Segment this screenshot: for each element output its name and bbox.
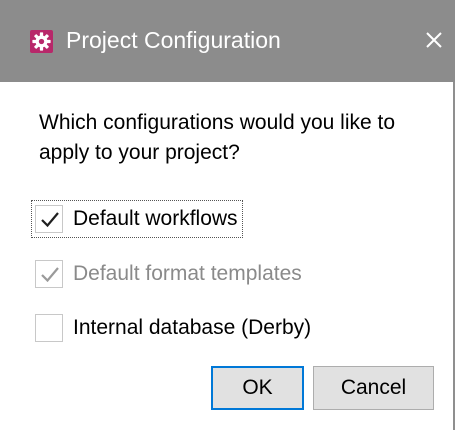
close-button[interactable] [418,24,450,56]
project-configuration-dialog: Project Configuration Which configuratio… [0,0,455,430]
window-title: Project Configuration [66,27,281,53]
default-workflows-label: Default workflows [73,207,238,230]
check-icon [41,267,59,283]
ok-button[interactable]: OK [211,366,304,410]
close-icon [426,32,442,48]
option-internal-database[interactable]: Internal database (Derby) [32,310,311,346]
option-default-format-templates: Default format templates [32,256,302,292]
default-workflows-checkbox[interactable] [35,205,63,233]
cancel-button[interactable]: Cancel [313,366,434,410]
internal-database-checkbox[interactable] [35,314,63,342]
gear-icon [30,30,53,53]
title-bar[interactable]: Project Configuration [0,0,455,82]
default-format-templates-label: Default format templates [73,262,302,285]
internal-database-label: Internal database (Derby) [73,316,312,339]
option-default-workflows[interactable]: Default workflows [31,200,243,238]
check-icon [41,212,59,228]
default-format-templates-checkbox [35,260,63,288]
question-text: Which configurations would you like to a… [39,111,396,164]
